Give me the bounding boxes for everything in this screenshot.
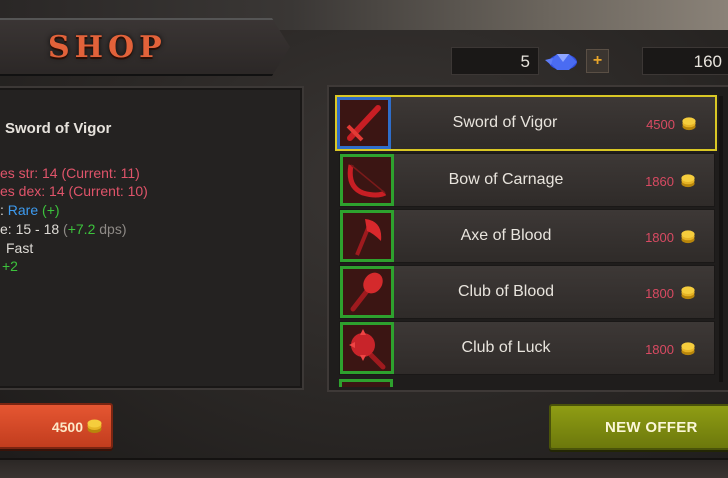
- gold-coin-icon: [682, 117, 696, 131]
- item-thumb: [340, 210, 394, 262]
- speed-value: Fast: [6, 240, 34, 256]
- gem-count: 5: [520, 52, 530, 71]
- item-price: 1800: [645, 286, 674, 301]
- rarity-line: : Rare (+): [0, 202, 60, 218]
- gold-coin-icon: [681, 342, 695, 356]
- item-row-axe-of-blood[interactable]: Axe of Blood 1800: [339, 209, 715, 263]
- item-row-club-of-luck[interactable]: Club of Luck 1800: [339, 321, 715, 375]
- next-item-thumb-peek: [339, 379, 393, 387]
- dexterity-requirement: es dex: 14 (Current: 10): [0, 183, 148, 199]
- item-price: 1800: [645, 230, 674, 245]
- gold-count: 160: [693, 52, 722, 71]
- rarity-value: Rare: [7, 202, 39, 218]
- rarity-bonus: (+): [42, 202, 60, 218]
- new-offer-label: NEW OFFER: [605, 419, 698, 436]
- item-name: Club of Blood: [457, 283, 555, 300]
- strength-requirement: es str: 14 (Current: 11): [0, 165, 140, 181]
- buy-button[interactable]: 4500: [0, 403, 113, 449]
- dps-bonus: +7.2: [67, 221, 96, 237]
- detail-item-name: Sword of Vigor: [5, 120, 112, 137]
- rarity-prefix: :: [0, 202, 4, 218]
- page-title: SHOP: [48, 30, 167, 65]
- axe-icon: [343, 213, 391, 259]
- item-thumb: [337, 97, 391, 149]
- gold-counter: 160: [642, 47, 728, 75]
- gold-coin-icon: [681, 174, 695, 188]
- add-gems-button[interactable]: +: [586, 49, 609, 73]
- gold-coin-icon: [87, 419, 102, 433]
- item-list-scrollbar[interactable]: [719, 96, 723, 382]
- extra-bonus: +2: [2, 258, 18, 274]
- new-offer-button[interactable]: NEW OFFER: [549, 404, 728, 450]
- item-thumb: [340, 154, 394, 206]
- item-name: Axe of Blood: [460, 227, 552, 244]
- gold-coin-icon: [681, 286, 695, 300]
- damage-line: e: 15 - 18 (+7.2 dps): [0, 221, 126, 237]
- item-row-club-of-blood[interactable]: Club of Blood 1800: [339, 265, 715, 319]
- gold-coin-icon: [681, 230, 695, 244]
- item-thumb: [340, 266, 394, 318]
- item-name: Bow of Carnage: [448, 171, 564, 188]
- spiked-club-icon: [343, 325, 391, 371]
- item-name: Sword of Vigor: [452, 114, 558, 131]
- gem-icon: [545, 54, 577, 70]
- bow-icon: [343, 157, 391, 203]
- item-price: 1800: [645, 342, 674, 357]
- sword-icon: [340, 100, 388, 146]
- dps-unit: dps): [99, 221, 127, 237]
- damage-value: e: 15 - 18: [0, 221, 60, 237]
- item-thumb: [340, 322, 394, 374]
- item-price: 4500: [646, 117, 675, 132]
- item-row-bow-of-carnage[interactable]: Bow of Carnage 1860: [339, 153, 715, 207]
- gem-counter: 5: [451, 47, 539, 75]
- buy-price: 4500: [51, 419, 83, 435]
- bottom-bar: [0, 458, 728, 478]
- club-icon: [343, 269, 391, 315]
- item-price: 1860: [645, 174, 674, 189]
- item-row-sword-of-vigor[interactable]: Sword of Vigor 4500: [335, 95, 717, 151]
- item-name: Club of Luck: [461, 339, 551, 356]
